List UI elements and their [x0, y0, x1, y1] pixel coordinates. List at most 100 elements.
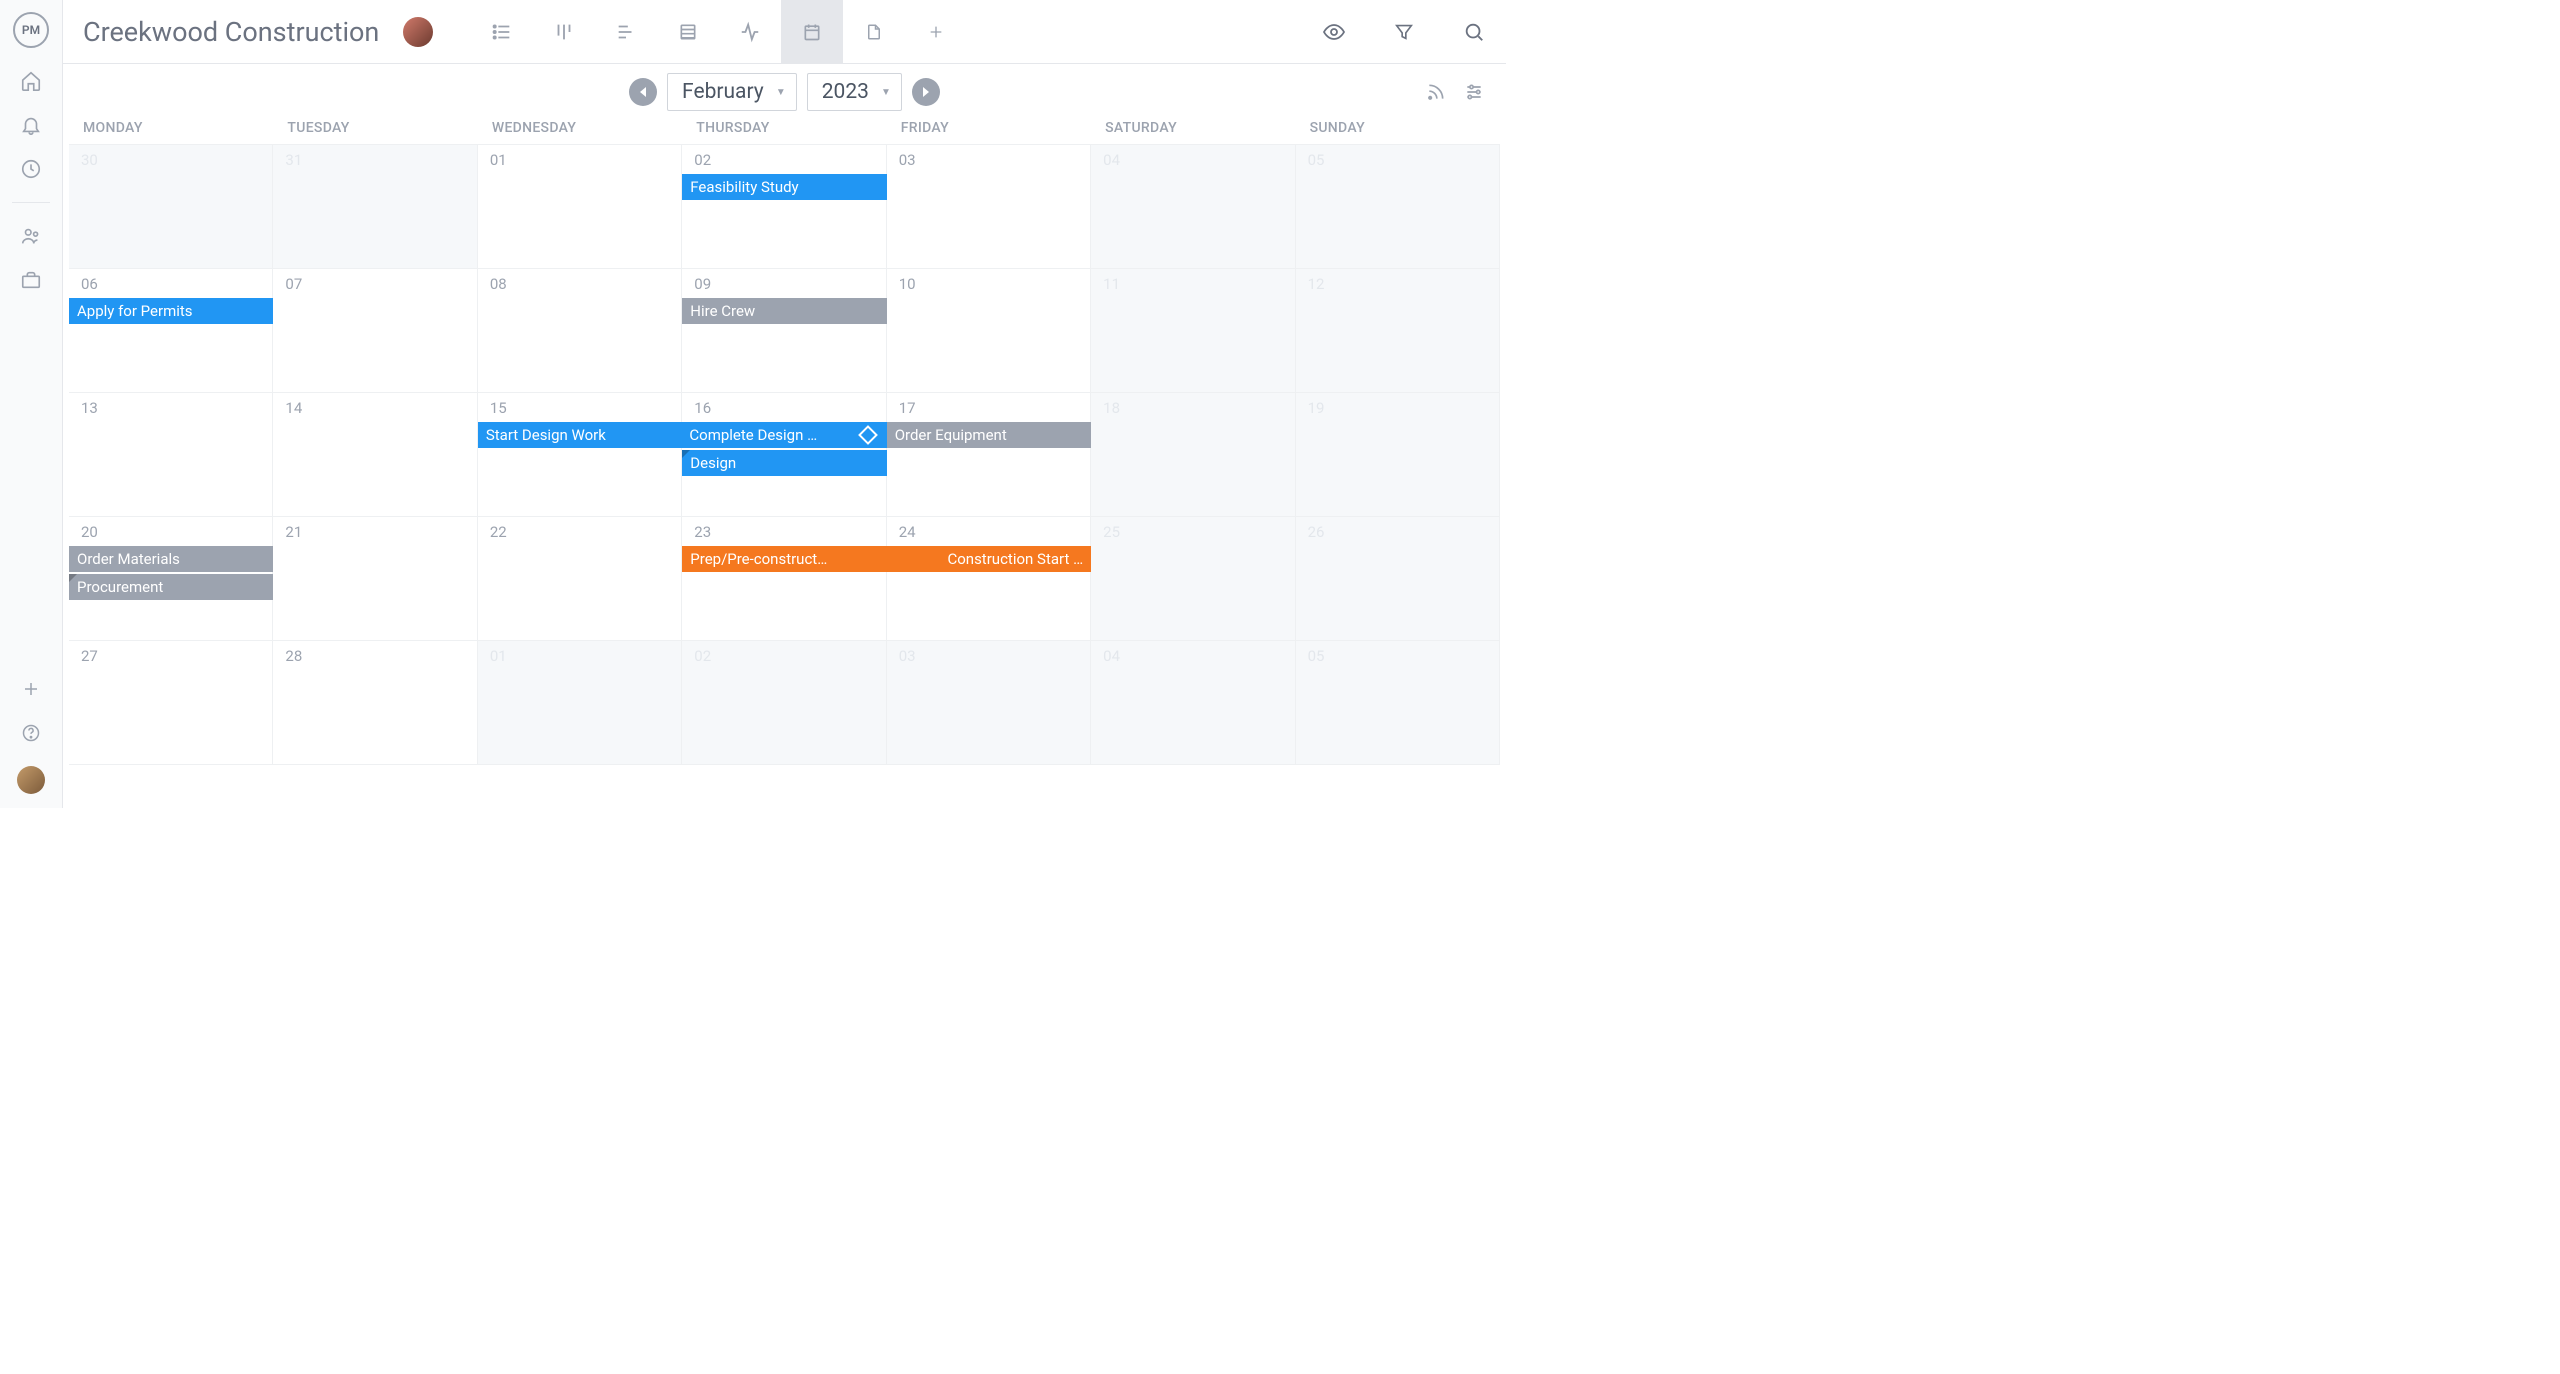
- calendar-cell[interactable]: 01: [478, 145, 682, 269]
- prev-month-button[interactable]: [629, 78, 657, 106]
- day-number: 03: [899, 647, 916, 665]
- day-number: 04: [1103, 647, 1120, 665]
- calendar-cell[interactable]: 22: [478, 517, 682, 641]
- visibility-icon[interactable]: [1314, 12, 1354, 52]
- day-number: 23: [694, 523, 711, 541]
- event-notch: [69, 574, 77, 582]
- view-board-icon[interactable]: [533, 0, 595, 64]
- rail-separator: [12, 202, 49, 203]
- day-number: 22: [490, 523, 507, 541]
- calendar-cell[interactable]: 06: [69, 269, 273, 393]
- day-number: 01: [490, 151, 507, 169]
- day-header: SUNDAY: [1296, 120, 1500, 136]
- view-calendar-icon[interactable]: [781, 0, 843, 64]
- project-owner-avatar[interactable]: [403, 17, 433, 47]
- calendar-cell[interactable]: 02: [682, 145, 886, 269]
- calendar-cell[interactable]: 13: [69, 393, 273, 517]
- day-number: 25: [1103, 523, 1120, 541]
- day-number: 20: [81, 523, 98, 541]
- search-icon[interactable]: [1454, 12, 1494, 52]
- day-number: 10: [899, 275, 916, 293]
- calendar-cell[interactable]: 05: [1296, 641, 1500, 765]
- calendar-cell[interactable]: 01: [478, 641, 682, 765]
- calendar-event[interactable]: Prep/Pre-construct…Construction Start …: [682, 546, 1091, 572]
- calendar-event[interactable]: Hire Crew: [682, 298, 886, 324]
- calendar-cell[interactable]: 19: [1296, 393, 1500, 517]
- day-number: 15: [490, 399, 507, 417]
- calendar-cell[interactable]: 27: [69, 641, 273, 765]
- calendar-cell[interactable]: 12: [1296, 269, 1500, 393]
- calendar-event[interactable]: Start Design WorkComplete Design …: [478, 422, 887, 448]
- calendar-cell[interactable]: 08: [478, 269, 682, 393]
- calendar-cell[interactable]: 11: [1091, 269, 1295, 393]
- calendar-cell[interactable]: 02: [682, 641, 886, 765]
- day-number: 03: [899, 151, 916, 169]
- month-select-label: February: [682, 80, 764, 104]
- calendar-event[interactable]: Design: [682, 450, 886, 476]
- recent-icon[interactable]: [20, 158, 42, 180]
- year-select-label: 2023: [822, 80, 869, 104]
- view-gantt-icon[interactable]: [595, 0, 657, 64]
- notifications-icon[interactable]: [20, 114, 42, 136]
- day-header: THURSDAY: [682, 120, 886, 136]
- event-label-secondary: Construction Start …: [907, 550, 1083, 568]
- calendar-cell[interactable]: 09: [682, 269, 886, 393]
- month-select[interactable]: February ▼: [667, 73, 797, 111]
- day-header: WEDNESDAY: [478, 120, 682, 136]
- calendar-cell[interactable]: 30: [69, 145, 273, 269]
- calendar-cell[interactable]: 18: [1091, 393, 1295, 517]
- day-header: MONDAY: [69, 120, 273, 136]
- calendar-cell[interactable]: 25: [1091, 517, 1295, 641]
- calendar-cell[interactable]: 04: [1091, 641, 1295, 765]
- day-number: 27: [81, 647, 98, 665]
- calendar-cell[interactable]: 05: [1296, 145, 1500, 269]
- view-file-icon[interactable]: [843, 0, 905, 64]
- view-list-icon[interactable]: [471, 0, 533, 64]
- calendar-cell[interactable]: 03: [887, 145, 1091, 269]
- day-header: SATURDAY: [1091, 120, 1295, 136]
- calendar-event[interactable]: Order Materials: [69, 546, 273, 572]
- calendar-cell[interactable]: 15: [478, 393, 682, 517]
- year-select[interactable]: 2023 ▼: [807, 73, 902, 111]
- calendar-cell[interactable]: 23: [682, 517, 886, 641]
- filter-icon[interactable]: [1384, 12, 1424, 52]
- calendar-event[interactable]: Order Equipment: [887, 422, 1091, 448]
- event-label: Hire Crew: [690, 302, 755, 320]
- day-header: FRIDAY: [887, 120, 1091, 136]
- day-number: 31: [285, 151, 302, 169]
- add-view-icon[interactable]: [905, 0, 967, 64]
- calendar-cell[interactable]: 14: [273, 393, 477, 517]
- calendar-cell[interactable]: 31: [273, 145, 477, 269]
- next-month-button[interactable]: [912, 78, 940, 106]
- calendar-cell[interactable]: 26: [1296, 517, 1500, 641]
- calendar-cell[interactable]: 07: [273, 269, 477, 393]
- app-logo[interactable]: PM: [13, 12, 49, 48]
- calendar-cell[interactable]: 10: [887, 269, 1091, 393]
- home-icon[interactable]: [20, 70, 42, 92]
- day-number: 28: [285, 647, 302, 665]
- calendar-cell[interactable]: 28: [273, 641, 477, 765]
- left-rail: PM: [0, 0, 63, 808]
- calendar-event[interactable]: Procurement: [69, 574, 273, 600]
- calendar-cell[interactable]: 17: [887, 393, 1091, 517]
- day-number: 11: [1103, 275, 1120, 293]
- team-icon[interactable]: [20, 225, 42, 247]
- feed-icon[interactable]: [1424, 80, 1448, 104]
- view-activity-icon[interactable]: [719, 0, 781, 64]
- day-header: TUESDAY: [273, 120, 477, 136]
- calendar-cell[interactable]: 21: [273, 517, 477, 641]
- briefcase-icon[interactable]: [20, 269, 42, 291]
- calendar-event[interactable]: Apply for Permits: [69, 298, 273, 324]
- day-number: 13: [81, 399, 98, 417]
- event-label: Feasibility Study: [690, 178, 798, 196]
- help-icon[interactable]: [20, 722, 42, 744]
- calendar-event[interactable]: Feasibility Study: [682, 174, 886, 200]
- add-icon[interactable]: [20, 678, 42, 700]
- calendar-cell[interactable]: 24: [887, 517, 1091, 641]
- view-sheet-icon[interactable]: [657, 0, 719, 64]
- project-title: Creekwood Construction: [83, 16, 379, 48]
- calendar-cell[interactable]: 03: [887, 641, 1091, 765]
- calendar-cell[interactable]: 04: [1091, 145, 1295, 269]
- current-user-avatar[interactable]: [17, 766, 45, 794]
- settings-sliders-icon[interactable]: [1462, 80, 1486, 104]
